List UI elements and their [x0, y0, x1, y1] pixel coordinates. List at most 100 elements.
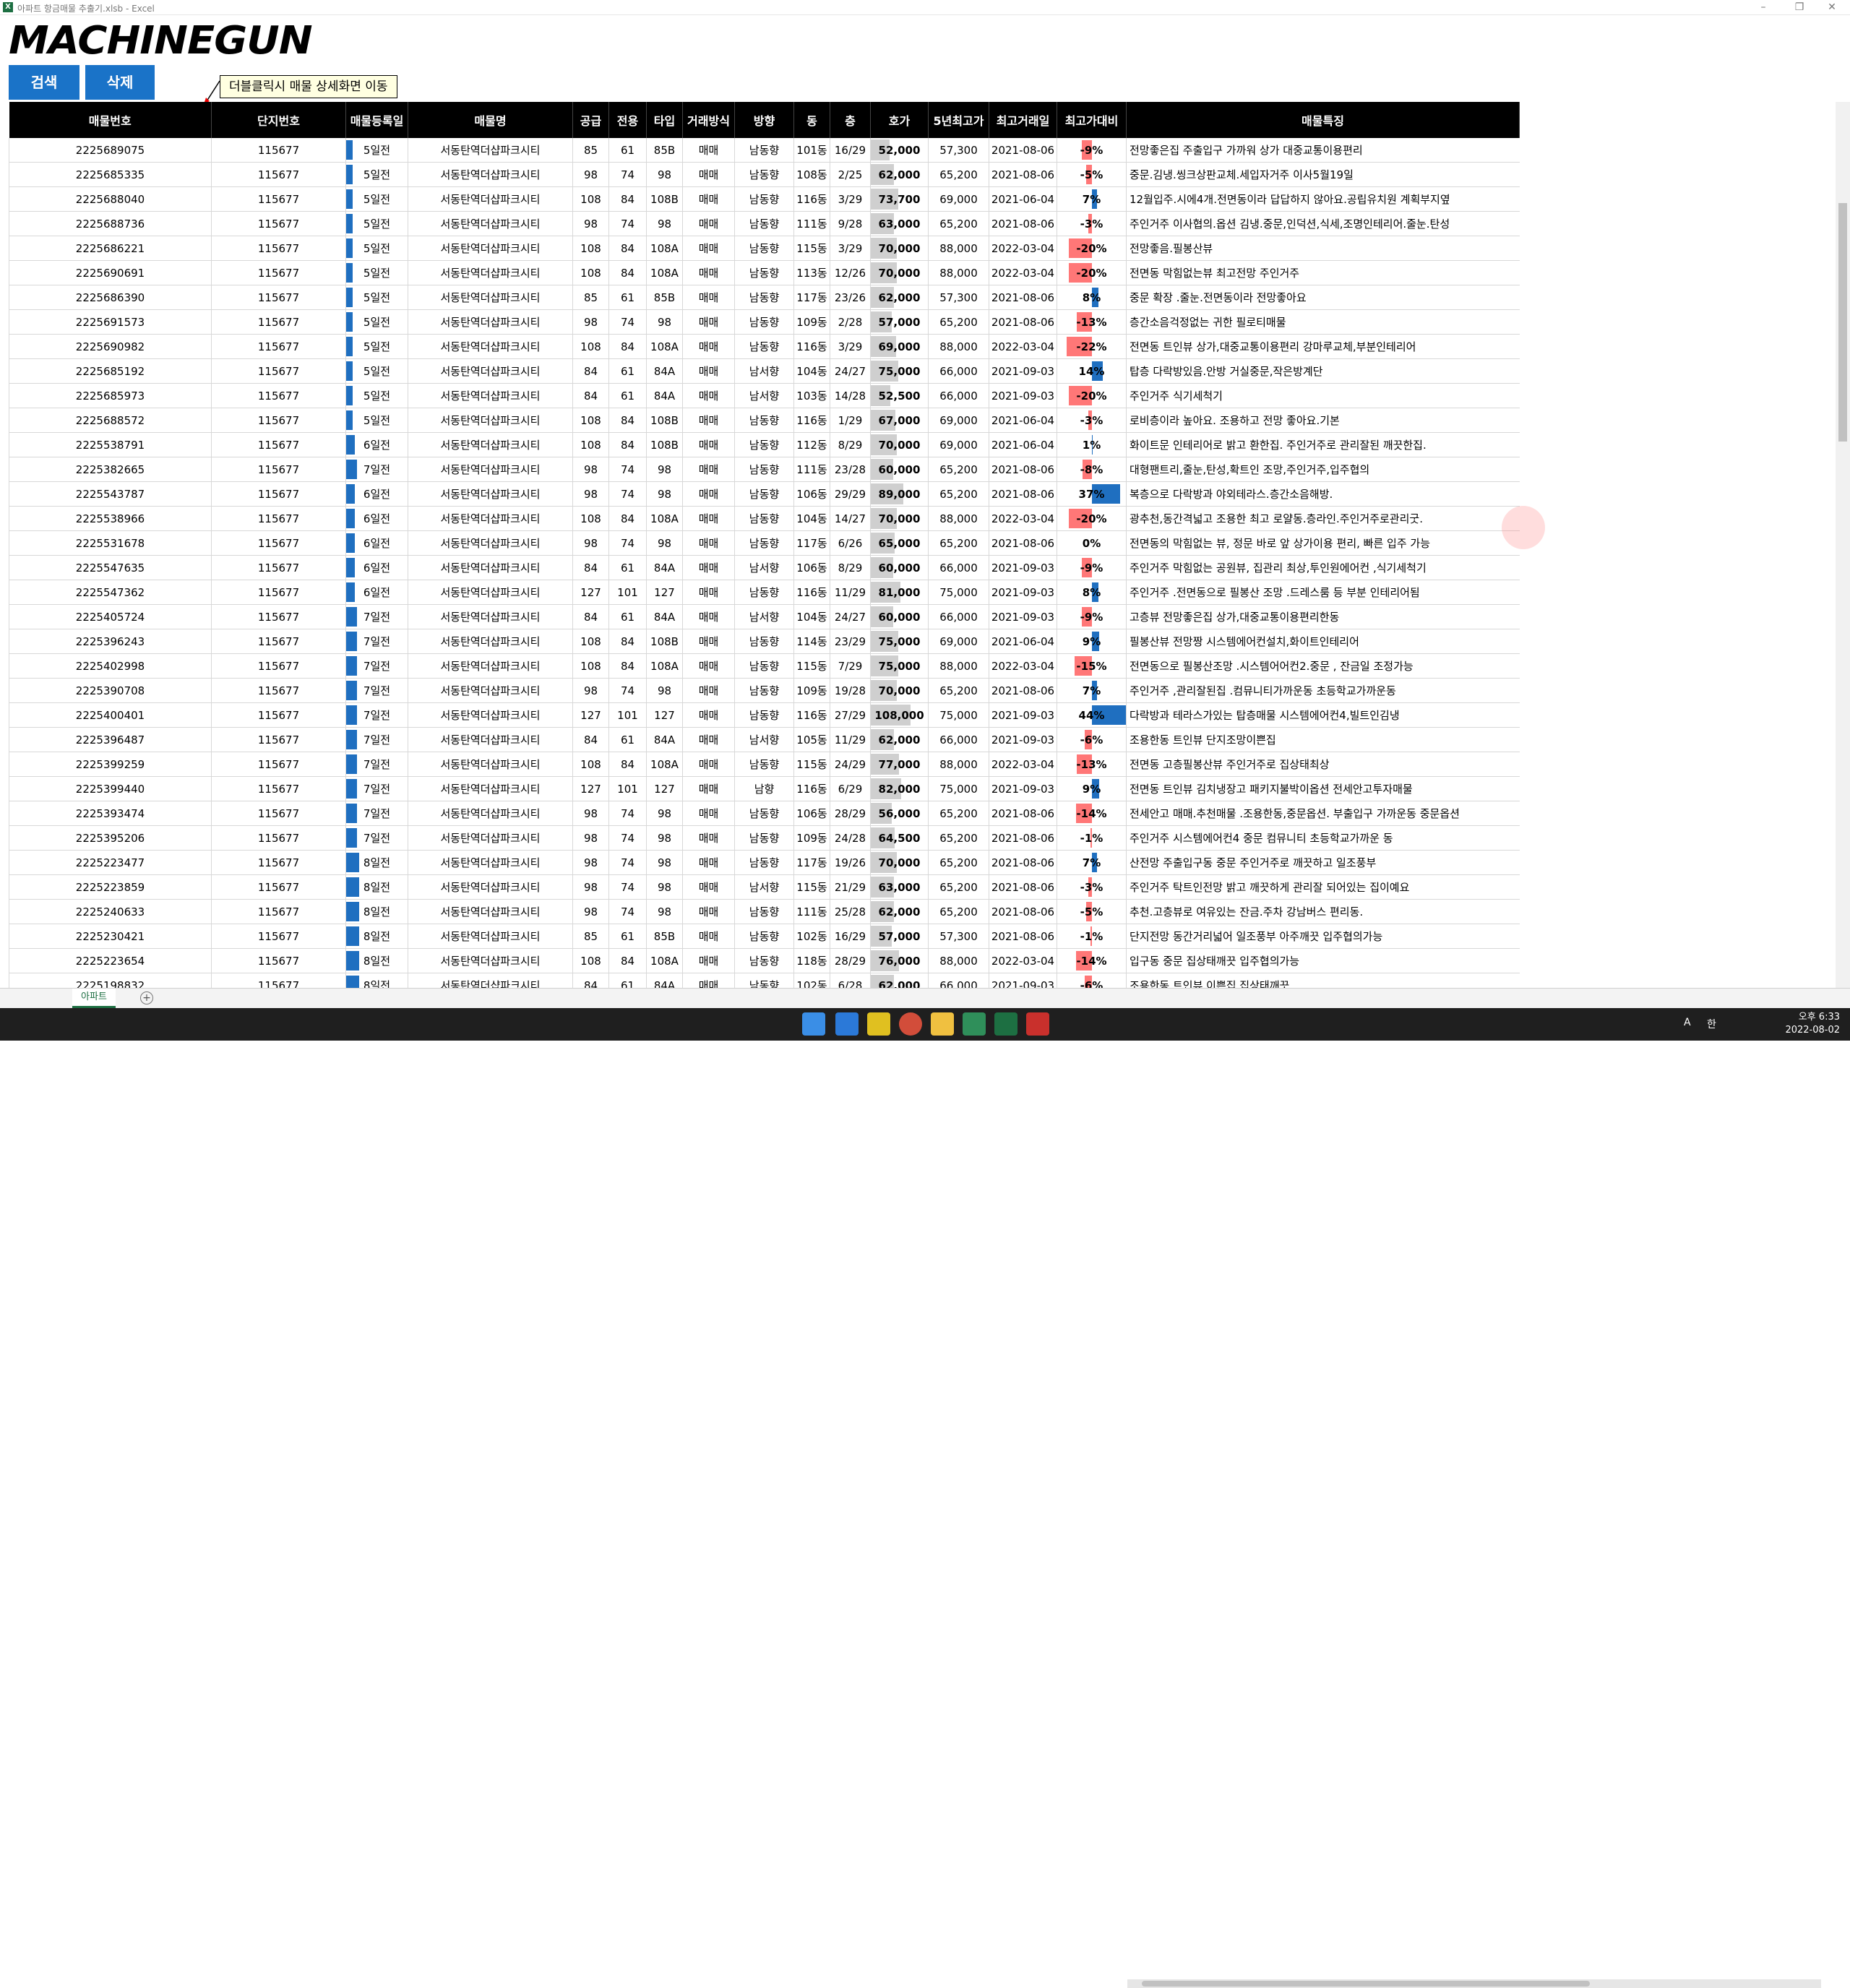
table-cell[interactable]: 115677	[211, 776, 346, 801]
table-cell[interactable]: 127	[646, 580, 683, 605]
table-cell[interactable]: 23/29	[830, 629, 871, 654]
table-cell[interactable]: 65,200	[928, 825, 989, 851]
table-cell[interactable]: 109동	[793, 309, 830, 335]
table-cell[interactable]: 남서향	[734, 358, 794, 384]
table-cell[interactable]: -6%	[1057, 973, 1127, 988]
table-cell[interactable]: 주인거주 막힘없는 공원뷰, 집관리 최상,투인원에어컨 ,식기세척기	[1126, 555, 1520, 580]
table-cell[interactable]: 서동탄역더샵파크시티	[408, 481, 573, 507]
table-cell[interactable]: 74	[608, 162, 647, 187]
table-cell[interactable]: 98	[572, 678, 609, 703]
table-row[interactable]: 2225399259 115677 7일전 서동탄역더샵파크시티 108 84 108A 매매…	[9, 752, 1520, 777]
table-cell[interactable]: 74	[608, 457, 647, 482]
table-cell[interactable]: 61	[608, 383, 647, 408]
table-cell[interactable]: 65,200	[928, 211, 989, 236]
table-cell[interactable]: 101	[608, 580, 647, 605]
table-cell[interactable]: 1/29	[830, 408, 871, 433]
table-cell[interactable]: 98	[572, 825, 609, 851]
table-cell[interactable]: 매매	[682, 186, 735, 212]
table-row[interactable]: 2225688572 115677 5일전 서동탄역더샵파크시티 108 84 108B 매매…	[9, 408, 1520, 433]
table-cell[interactable]: 2021-08-06	[989, 678, 1057, 703]
table-cell[interactable]: 7일전	[345, 604, 408, 629]
table-cell[interactable]: 2022-03-04	[989, 948, 1057, 973]
table-cell[interactable]: 109동	[793, 678, 830, 703]
table-cell[interactable]: 115동	[793, 653, 830, 679]
table-cell[interactable]: 27/29	[830, 702, 871, 728]
table-cell[interactable]: -3%	[1057, 874, 1127, 900]
table-cell[interactable]: 101동	[793, 138, 830, 163]
table-cell[interactable]: 115677	[211, 825, 346, 851]
table-cell[interactable]: 2225240633	[9, 899, 212, 924]
table-cell[interactable]: 84	[608, 186, 647, 212]
file-explorer-icon[interactable]	[931, 1012, 954, 1036]
table-cell[interactable]: 전면동의 막힘없는 뷰, 정문 바로 앞 상가이용 편리, 빠른 입주 가능	[1126, 530, 1520, 556]
table-cell[interactable]: 62,000	[870, 973, 929, 988]
table-cell[interactable]: 89,000	[870, 481, 929, 507]
table-cell[interactable]: 2225547635	[9, 555, 212, 580]
table-row[interactable]: 2225223859 115677 8일전 서동탄역더샵파크시티 98 74 98 매매 남서향…	[9, 874, 1520, 900]
table-cell[interactable]: 남동향	[734, 752, 794, 777]
table-cell[interactable]: 6일전	[345, 432, 408, 457]
table-row[interactable]: 2225223654 115677 8일전 서동탄역더샵파크시티 108 84 108A 매매…	[9, 948, 1520, 973]
table-cell[interactable]: 57,000	[870, 309, 929, 335]
table-cell[interactable]: 115677	[211, 580, 346, 605]
table-cell[interactable]: 조용한동 트인뷰 단지조망이쁜집	[1126, 727, 1520, 752]
table-cell[interactable]: 108A	[646, 236, 683, 261]
table-cell[interactable]: 115677	[211, 678, 346, 703]
table-cell[interactable]: 5일전	[345, 309, 408, 335]
table-cell[interactable]: 98	[646, 899, 683, 924]
table-cell[interactable]: 2225230421	[9, 924, 212, 949]
table-cell[interactable]: 6/26	[830, 530, 871, 556]
table-cell[interactable]: 85	[572, 138, 609, 163]
table-cell[interactable]: 108A	[646, 334, 683, 359]
table-cell[interactable]: 2225690982	[9, 334, 212, 359]
table-cell[interactable]: 2225538966	[9, 506, 212, 531]
table-cell[interactable]: 98	[572, 309, 609, 335]
table-cell[interactable]: 115677	[211, 727, 346, 752]
table-cell[interactable]: 98	[646, 801, 683, 826]
table-cell[interactable]: 69,000	[928, 408, 989, 433]
table-cell[interactable]: 7일전	[345, 727, 408, 752]
table-cell[interactable]: 85	[572, 924, 609, 949]
table-cell[interactable]: 서동탄역더샵파크시티	[408, 678, 573, 703]
table-cell[interactable]: 남동향	[734, 825, 794, 851]
table-cell[interactable]: 7일전	[345, 457, 408, 482]
table-cell[interactable]: 6/29	[830, 776, 871, 801]
table-cell[interactable]: 전망좋음.필봉산뷰	[1126, 236, 1520, 261]
table-cell[interactable]: 66,000	[928, 604, 989, 629]
table-cell[interactable]: 매매	[682, 899, 735, 924]
table-cell[interactable]: 108동	[793, 162, 830, 187]
table-cell[interactable]: 서동탄역더샵파크시티	[408, 555, 573, 580]
table-cell[interactable]: 84A	[646, 555, 683, 580]
hscroll-thumb[interactable]	[1142, 1981, 1590, 1987]
table-cell[interactable]: 70,000	[870, 850, 929, 875]
table-cell[interactable]: 108B	[646, 408, 683, 433]
table-cell[interactable]: 74	[608, 825, 647, 851]
table-cell[interactable]: 98	[646, 825, 683, 851]
table-cell[interactable]: 115677	[211, 358, 346, 384]
table-cell[interactable]: 66,000	[928, 727, 989, 752]
table-cell[interactable]: 108	[572, 408, 609, 433]
table-cell[interactable]: 남동향	[734, 457, 794, 482]
table-cell[interactable]: 12월입주.시에4개.전면동이라 답답하지 않아요.공립유치원 계획부지옆	[1126, 186, 1520, 212]
table-cell[interactable]: 69,000	[870, 334, 929, 359]
table-cell[interactable]: 98	[572, 801, 609, 826]
table-cell[interactable]: 매매	[682, 408, 735, 433]
table-cell[interactable]: 8%	[1057, 580, 1127, 605]
table-cell[interactable]: 남동향	[734, 580, 794, 605]
table-row[interactable]: 2225382665 115677 7일전 서동탄역더샵파크시티 98 74 98 매매 남동향…	[9, 457, 1520, 482]
table-cell[interactable]: -15%	[1057, 653, 1127, 679]
table-cell[interactable]: 2021-06-04	[989, 432, 1057, 457]
table-cell[interactable]: 남동향	[734, 899, 794, 924]
table-cell[interactable]: 109동	[793, 825, 830, 851]
table-cell[interactable]: 9%	[1057, 629, 1127, 654]
table-cell[interactable]: 2/28	[830, 309, 871, 335]
table-cell[interactable]: 2225198832	[9, 973, 212, 988]
table-cell[interactable]: 65,200	[928, 457, 989, 482]
table-cell[interactable]: 추천.고층뷰로 여유있는 잔금.주차 강남버스 편리동.	[1126, 899, 1520, 924]
table-cell[interactable]: 61	[608, 555, 647, 580]
table-cell[interactable]: 2225393474	[9, 801, 212, 826]
table-row[interactable]: 2225685335 115677 5일전 서동탄역더샵파크시티 98 74 98 매매 남동향…	[9, 162, 1520, 187]
table-cell[interactable]: 2021-08-06	[989, 924, 1057, 949]
table-cell[interactable]: 5일전	[345, 408, 408, 433]
table-row[interactable]: 2225395206 115677 7일전 서동탄역더샵파크시티 98 74 98 매매 남동향…	[9, 825, 1520, 851]
